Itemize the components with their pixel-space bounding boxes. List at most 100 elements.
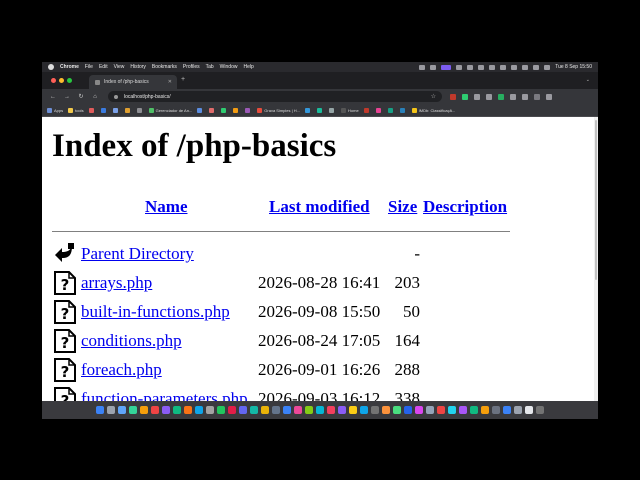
dock-app-icon[interactable] — [316, 406, 324, 414]
dock-app-icon[interactable] — [151, 406, 159, 414]
dock-app-icon[interactable] — [426, 406, 434, 414]
dock-app-icon[interactable] — [228, 406, 236, 414]
minimize-window-button[interactable] — [59, 78, 64, 83]
dock-app-icon[interactable] — [217, 406, 225, 414]
chevron-down-icon[interactable]: ⌄ — [586, 77, 590, 83]
extension-icon[interactable] — [474, 93, 480, 100]
dock-app-icon[interactable] — [96, 406, 104, 414]
bookmark-item[interactable] — [100, 107, 108, 113]
status-icon[interactable] — [419, 64, 426, 70]
bookmark-star-icon[interactable]: ☆ — [431, 93, 436, 100]
status-icon[interactable] — [500, 64, 507, 70]
dock-app-icon[interactable] — [459, 406, 467, 414]
bookmark-item[interactable] — [363, 107, 371, 113]
bookmark-item[interactable] — [136, 107, 144, 113]
maximize-window-button[interactable] — [67, 78, 72, 83]
dock-app-icon[interactable] — [250, 406, 258, 414]
wifi-icon[interactable] — [522, 64, 529, 70]
home-icon[interactable]: ⌂ — [92, 94, 98, 100]
file-link[interactable]: foreach.php — [81, 360, 162, 380]
menu-file[interactable]: File — [85, 64, 93, 70]
menu-help[interactable]: Help — [243, 64, 253, 70]
menu-history[interactable]: History — [130, 64, 146, 70]
control-center-icon[interactable] — [544, 64, 551, 70]
status-icon[interactable] — [489, 64, 496, 70]
bookmark-item[interactable] — [233, 107, 240, 113]
bookmark-item[interactable] — [387, 107, 395, 113]
close-tab-icon[interactable]: ✕ — [168, 79, 172, 85]
bookmark-item[interactable] — [305, 107, 312, 113]
sort-by-modified-link[interactable]: Last modified — [269, 197, 370, 217]
dock-app-icon[interactable] — [470, 406, 478, 414]
dock-app-icon[interactable] — [107, 406, 115, 414]
bookmark-item[interactable] — [399, 107, 407, 113]
unknown-file-icon[interactable]: ? — [54, 329, 76, 353]
extension-icon[interactable] — [450, 93, 456, 100]
dock-app-icon[interactable] — [393, 406, 401, 414]
file-link[interactable]: built-in-functions.php — [81, 302, 230, 322]
extension-icon[interactable] — [498, 93, 504, 100]
new-tab-icon[interactable]: + — [181, 76, 185, 83]
menu-profiles[interactable]: Profiles — [183, 64, 200, 70]
dock-app-icon[interactable] — [184, 406, 192, 414]
dock-app-icon[interactable] — [448, 406, 456, 414]
dock-app-icon[interactable] — [272, 406, 280, 414]
status-icon[interactable] — [511, 64, 518, 70]
close-window-button[interactable] — [51, 78, 56, 83]
extension-icon[interactable] — [510, 93, 516, 100]
unknown-file-icon[interactable]: ? — [54, 387, 76, 401]
dock-app-icon[interactable] — [415, 406, 423, 414]
file-link[interactable]: arrays.php — [81, 273, 152, 293]
dock-app-icon[interactable] — [371, 406, 379, 414]
dock-app-icon[interactable] — [129, 406, 137, 414]
dock-app-icon[interactable] — [140, 406, 148, 414]
profile-avatar[interactable] — [534, 93, 540, 100]
extension-icon[interactable] — [462, 93, 468, 100]
dock-app-icon[interactable] — [503, 406, 511, 414]
bookmark-item[interactable] — [317, 107, 324, 113]
back-icon[interactable] — [54, 242, 76, 266]
status-icon[interactable] — [430, 64, 437, 70]
menu-edit[interactable]: Edit — [99, 64, 108, 70]
sort-by-description-link[interactable]: Description — [423, 197, 507, 217]
menu-window[interactable]: Window — [220, 64, 238, 70]
address-bar[interactable]: localhost/php-basics/ ☆ — [108, 91, 442, 102]
dock-app-icon[interactable] — [481, 406, 489, 414]
status-icon[interactable] — [467, 64, 474, 70]
menu-bookmarks[interactable]: Bookmarks — [152, 64, 177, 70]
more-menu-icon[interactable] — [546, 93, 552, 100]
menu-app-name[interactable]: Chrome — [60, 64, 79, 70]
bookmark-item[interactable] — [329, 107, 336, 113]
bookmark-item[interactable]: IMDb: Classificaçã... — [411, 107, 455, 113]
menu-view[interactable]: View — [114, 64, 125, 70]
dock-app-icon[interactable] — [173, 406, 181, 414]
dock-app-icon[interactable] — [404, 406, 412, 414]
dock-app-icon[interactable] — [305, 406, 313, 414]
bookmark-item[interactable] — [124, 107, 132, 113]
dock-app-icon[interactable] — [283, 406, 291, 414]
dock-app-icon[interactable] — [525, 406, 533, 414]
dock-app-icon[interactable] — [437, 406, 445, 414]
bookmark-item[interactable]: Grava Simples | H... — [257, 107, 300, 113]
file-link[interactable]: conditions.php — [81, 331, 182, 351]
unknown-file-icon[interactable]: ? — [54, 271, 76, 295]
bookmark-item[interactable]: Home — [341, 107, 359, 113]
bookmark-item[interactable] — [197, 107, 204, 113]
dock-app-icon[interactable] — [536, 406, 544, 414]
bookmark-item[interactable]: Apps — [47, 107, 63, 113]
menu-tab[interactable]: Tab — [206, 64, 214, 70]
dock-app-icon[interactable] — [492, 406, 500, 414]
dock-app-icon[interactable] — [338, 406, 346, 414]
dock-app-icon[interactable] — [195, 406, 203, 414]
dock-app-icon[interactable] — [118, 406, 126, 414]
sort-by-size-link[interactable]: Size — [388, 197, 417, 217]
dock-app-icon[interactable] — [349, 406, 357, 414]
address-url[interactable]: localhost/php-basics/ — [124, 94, 171, 100]
bookmark-item[interactable] — [88, 107, 96, 113]
search-icon[interactable] — [533, 64, 540, 70]
unknown-file-icon[interactable]: ? — [54, 358, 76, 382]
parent-directory-link[interactable]: Parent Directory — [81, 244, 194, 264]
bookmark-item[interactable] — [209, 107, 216, 113]
sort-by-name-link[interactable]: Name — [145, 197, 187, 217]
reload-icon[interactable]: ↻ — [78, 93, 84, 100]
